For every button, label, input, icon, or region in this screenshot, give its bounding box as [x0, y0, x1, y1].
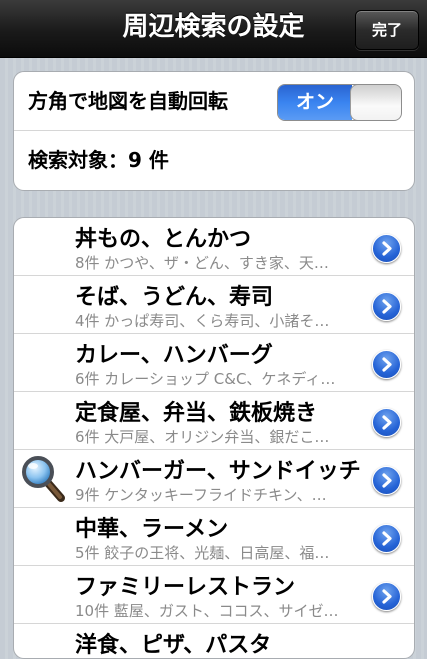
- search-target-count: 検索対象：9 件: [28, 148, 169, 172]
- search-target-row[interactable]: 検索対象：9 件: [14, 131, 414, 190]
- chevron-right-circle-icon[interactable]: [372, 408, 401, 437]
- settings-group: 方角で地図を自動回転 オン 検索対象：9 件: [13, 71, 415, 191]
- magnifying-glass-icon: [21, 455, 65, 503]
- chevron-right-circle-icon[interactable]: [372, 582, 401, 611]
- chevron-right-circle-icon[interactable]: [372, 292, 401, 321]
- list-item[interactable]: 中華、ラーメン 5件 餃子の王将、光麺、日高屋、福…: [14, 508, 414, 566]
- item-subtitle: 8件 かつや、ザ・どん、すき家、天…: [75, 254, 329, 272]
- toggle-knob: [350, 85, 401, 120]
- chevron-right-circle-icon[interactable]: [372, 234, 401, 263]
- auto-rotate-toggle[interactable]: オン: [277, 84, 402, 121]
- toggle-state-label: オン: [278, 85, 352, 120]
- item-title: 丼もの、とんかつ: [75, 227, 252, 252]
- item-subtitle: 6件 大戸屋、オリジン弁当、銀だこ…: [75, 428, 330, 446]
- item-title: ファミリーレストラン: [75, 575, 296, 600]
- navigation-bar: 周辺検索の設定 完了: [0, 0, 427, 58]
- item-title: ハンバーガー、サンドイッチ: [75, 459, 361, 484]
- category-list: 丼もの、とんかつ 8件 かつや、ザ・どん、すき家、天… そば、うどん、寿司 4件…: [13, 217, 415, 659]
- list-item[interactable]: そば、うどん、寿司 4件 かっぱ寿司、くら寿司、小諸そ…: [14, 276, 414, 334]
- item-title: 中華、ラーメン: [75, 517, 229, 542]
- list-item[interactable]: 洋食、ピザ、パスタ: [14, 624, 414, 658]
- item-title: カレー、ハンバーグ: [75, 343, 273, 368]
- item-title: そば、うどん、寿司: [75, 285, 274, 310]
- chevron-right-circle-icon[interactable]: [372, 350, 401, 379]
- item-subtitle: 9件 ケンタッキーフライドチキン、…: [75, 486, 327, 504]
- item-title: 洋食、ピザ、パスタ: [75, 633, 272, 658]
- done-button[interactable]: 完了: [355, 10, 419, 50]
- list-item[interactable]: ファミリーレストラン 10件 藍屋、ガスト、ココス、サイゼ…: [14, 566, 414, 624]
- auto-rotate-label: 方角で地図を自動回転: [28, 89, 228, 113]
- item-subtitle: 5件 餃子の王将、光麺、日高屋、福…: [75, 544, 330, 562]
- item-subtitle: 6件 カレーショップ C&C、ケネディ…: [75, 370, 336, 388]
- chevron-right-circle-icon[interactable]: [372, 524, 401, 553]
- chevron-right-circle-icon[interactable]: [372, 466, 401, 495]
- list-item[interactable]: 丼もの、とんかつ 8件 かつや、ザ・どん、すき家、天…: [14, 218, 414, 276]
- auto-rotate-row: 方角で地図を自動回転 オン: [14, 72, 414, 131]
- list-item[interactable]: ハンバーガー、サンドイッチ 9件 ケンタッキーフライドチキン、…: [14, 450, 414, 508]
- list-item[interactable]: カレー、ハンバーグ 6件 カレーショップ C&C、ケネディ…: [14, 334, 414, 392]
- item-subtitle: 10件 藍屋、ガスト、ココス、サイゼ…: [75, 602, 339, 620]
- list-item[interactable]: 定食屋、弁当、鉄板焼き 6件 大戸屋、オリジン弁当、銀だこ…: [14, 392, 414, 450]
- item-subtitle: 4件 かっぱ寿司、くら寿司、小諸そ…: [75, 312, 330, 330]
- item-title: 定食屋、弁当、鉄板焼き: [75, 401, 318, 426]
